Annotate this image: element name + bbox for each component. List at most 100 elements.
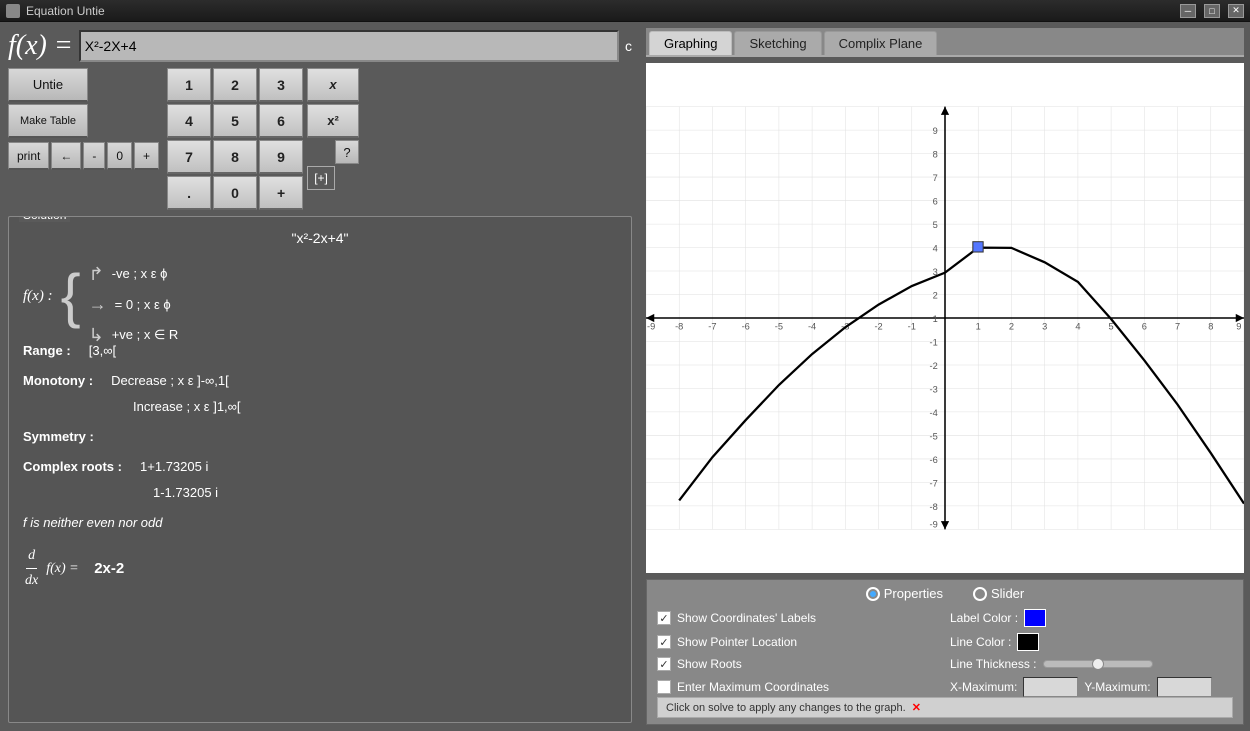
tab-graphing[interactable]: Graphing	[649, 31, 732, 55]
derivative-block: d dx f(x) = 2x-2	[23, 544, 617, 593]
equation-title: "x²-2x+4"	[23, 227, 617, 251]
show-roots-label: Show Roots	[677, 657, 940, 671]
close-button[interactable]: ✕	[1228, 4, 1244, 18]
enter-max-label: Enter Maximum Coordinates	[677, 680, 940, 694]
sign-pos: +ve ; x ∈ R	[112, 324, 179, 346]
svg-text:4: 4	[933, 244, 938, 254]
num-9-button[interactable]: 9	[259, 140, 303, 174]
label-color-swatch[interactable]	[1024, 609, 1046, 627]
radio-properties-circle[interactable]	[866, 587, 880, 601]
minus-button[interactable]: -	[83, 142, 105, 170]
maximize-button[interactable]: □	[1204, 4, 1220, 18]
num-3-button[interactable]: 3	[259, 68, 303, 102]
range-value: [3,∞[	[89, 343, 116, 358]
radio-slider-label[interactable]: Slider	[973, 586, 1024, 601]
svg-text:-5: -5	[775, 321, 783, 331]
svg-text:9: 9	[933, 126, 938, 136]
zero-button[interactable]: 0	[107, 142, 132, 170]
show-coords-row: Show Coordinates' Labels	[657, 609, 940, 627]
svg-text:-9: -9	[647, 321, 655, 331]
show-roots-checkbox[interactable]	[657, 657, 671, 671]
expand-button[interactable]: [+]	[307, 166, 335, 190]
svg-text:-9: -9	[930, 519, 938, 529]
x-max-input[interactable]	[1023, 677, 1078, 697]
svg-text:-2: -2	[930, 361, 938, 371]
range-line: Range : [3,∞[	[23, 340, 617, 362]
svg-text:8: 8	[933, 150, 938, 160]
title-bar: Equation Untie ─ □ ✕	[0, 0, 1250, 22]
radio-properties-label[interactable]: Properties	[866, 586, 943, 601]
sign-neg: -ve ; x ε ϕ	[112, 263, 168, 285]
deriv-dx: dx	[23, 569, 40, 593]
line-thickness-slider[interactable]	[1043, 660, 1153, 668]
svg-text:-6: -6	[930, 455, 938, 465]
show-pointer-label: Show Pointer Location	[677, 635, 940, 649]
slider-thumb-icon[interactable]	[1092, 658, 1104, 670]
monotony-dec: Decrease ; x ε ]-∞,1[	[111, 373, 229, 388]
line-color-label: Line Color :	[950, 635, 1011, 649]
svg-text:7: 7	[1175, 321, 1180, 331]
svg-text:-2: -2	[874, 321, 882, 331]
monotony-inc: Increase ; x ε ]1,∞[	[133, 399, 241, 414]
svg-text:-1: -1	[930, 338, 938, 348]
tab-sketching[interactable]: Sketching	[734, 31, 821, 55]
tab-complix-plane[interactable]: Complix Plane	[824, 31, 938, 55]
x-button[interactable]: x	[307, 68, 359, 102]
sign-items: ↱ -ve ; x ε ϕ → = 0 ; x ε ϕ ↳ +ve ; x ∈ …	[89, 259, 179, 334]
symmetry-line: Symmetry :	[23, 426, 617, 448]
radio-slider-text: Slider	[991, 586, 1024, 601]
solution-panel: Solution "x²-2x+4" f(x) : { ↱ -ve ; x ε …	[8, 216, 632, 723]
line-color-swatch[interactable]	[1017, 633, 1039, 651]
svg-text:-4: -4	[930, 408, 938, 418]
num-plus-button[interactable]: +	[259, 176, 303, 210]
num-8-button[interactable]: 8	[213, 140, 257, 174]
num-7-button[interactable]: 7	[167, 140, 211, 174]
num-dot-button[interactable]: .	[167, 176, 211, 210]
minimize-button[interactable]: ─	[1180, 4, 1196, 18]
left-panel: f(x) = c Untie Make Table print ← - 0 + …	[0, 22, 640, 731]
solution-content: "x²-2x+4" f(x) : { ↱ -ve ; x ε ϕ → = 0 ;…	[23, 227, 617, 593]
num-2-button[interactable]: 2	[213, 68, 257, 102]
root1: 1+1.73205 i	[140, 459, 208, 474]
untie-button[interactable]: Untie	[8, 68, 88, 102]
radio-slider-circle[interactable]	[973, 587, 987, 601]
show-pointer-checkbox[interactable]	[657, 635, 671, 649]
status-close-button[interactable]: ✕	[912, 701, 921, 714]
line-thickness-label: Line Thickness :	[950, 657, 1037, 671]
graph-container: -1 -2 -3 -4 -5 -6 -7 -8 -9 1 2 3 4 5 6 7	[646, 63, 1244, 573]
num-6-button[interactable]: 6	[259, 104, 303, 138]
window-title: Equation Untie	[26, 4, 1172, 18]
backspace-button[interactable]: ←	[51, 142, 81, 170]
help-button[interactable]: ?	[335, 140, 359, 164]
svg-text:5: 5	[933, 220, 938, 230]
properties-panel: Properties Slider Show Coordinates' Labe…	[646, 579, 1244, 725]
parity: f is neither even nor odd	[23, 515, 162, 530]
svg-text:3: 3	[1042, 321, 1047, 331]
print-button[interactable]: print	[8, 142, 49, 170]
plus-button[interactable]: +	[134, 142, 159, 170]
make-table-button[interactable]: Make Table	[8, 104, 88, 138]
x2-button[interactable]: x²	[307, 104, 359, 138]
enter-max-checkbox[interactable]	[657, 680, 671, 694]
num-1-button[interactable]: 1	[167, 68, 211, 102]
y-max-label: Y-Maximum:	[1084, 680, 1150, 694]
num-4-button[interactable]: 4	[167, 104, 211, 138]
parity-line: f is neither even nor odd	[23, 512, 617, 534]
svg-text:-8: -8	[930, 502, 938, 512]
function-label: f(x) =	[8, 30, 73, 62]
deriv-fx: f(x) =	[46, 557, 78, 581]
svg-text:-5: -5	[930, 432, 938, 442]
num-0-button[interactable]: 0	[213, 176, 257, 210]
svg-text:-7: -7	[708, 321, 716, 331]
show-pointer-row: Show Pointer Location	[657, 633, 940, 651]
num-5-button[interactable]: 5	[213, 104, 257, 138]
show-coords-checkbox[interactable]	[657, 611, 671, 625]
y-max-input[interactable]	[1157, 677, 1212, 697]
status-text: Click on solve to apply any changes to t…	[666, 702, 906, 714]
function-row: f(x) = c	[8, 30, 632, 62]
function-input[interactable]	[79, 30, 619, 62]
sign-zero: = 0 ; x ε ϕ	[115, 294, 171, 316]
svg-text:9: 9	[1236, 321, 1241, 331]
svg-text:-6: -6	[742, 321, 750, 331]
svg-text:6: 6	[933, 197, 938, 207]
